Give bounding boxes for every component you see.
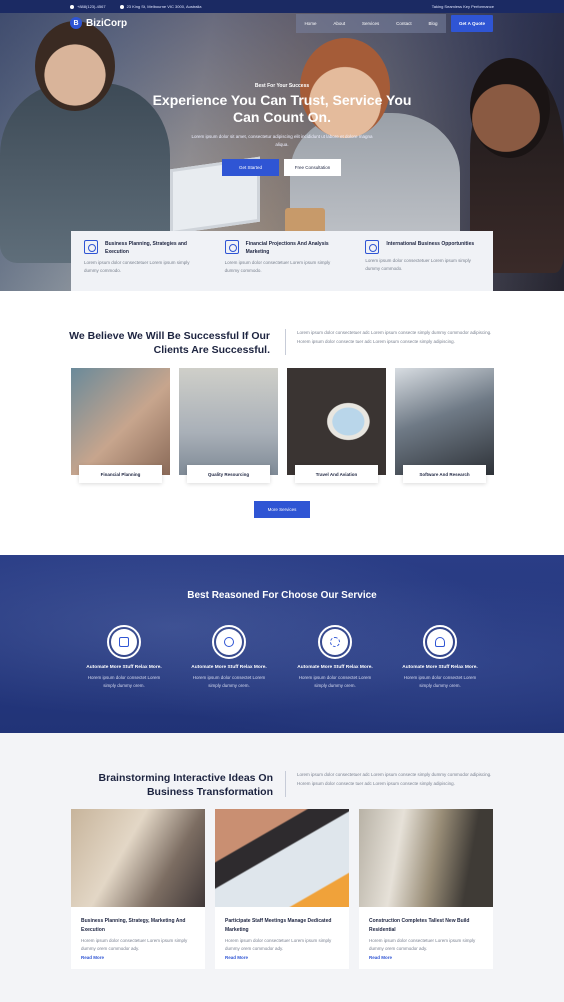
- about-text: Lorem ipsum dolor consectetuer adc Lorem…: [297, 330, 492, 344]
- service-card[interactable]: Financial Planning: [71, 368, 170, 483]
- blog-card-text: Horem ipsum dolor consectetuer Lorem ips…: [369, 938, 476, 951]
- choose-item-title: Automate More Stuff Relax More.: [297, 665, 373, 670]
- address-contact: 23 King St, Melbourne VIC 3000, Australi…: [119, 4, 202, 9]
- nav-item-home[interactable]: Home: [304, 21, 316, 26]
- blog-card-title[interactable]: Business Planning, Strategy, Marketing A…: [81, 917, 199, 935]
- service-card-label: Software And Research: [403, 465, 486, 483]
- blog-card[interactable]: Construction Completes Tallest New Build…: [359, 809, 493, 969]
- feature-title: Financial Projections And Analysis Marke…: [245, 241, 329, 255]
- site-logo[interactable]: B BiziCorp: [70, 17, 127, 29]
- blog-card[interactable]: Business Planning, Strategy, Marketing A…: [71, 809, 205, 969]
- hero-photo-head-left: [35, 21, 115, 111]
- choose-item-title: Automate More Stuff Relax More.: [191, 665, 267, 670]
- feature-item: Business Planning, Strategies and Execut…: [71, 231, 212, 291]
- about-title: We Believe We Will Be Successful If Our …: [69, 330, 270, 356]
- blog-card-image-meeting: [71, 809, 205, 907]
- address-text: 23 King St, Melbourne VIC 3000, Australi…: [126, 4, 202, 9]
- choose-item-text: Horem ipsum dolor consectet Lorem simply…: [192, 675, 266, 688]
- choose-item: Automate More Stuff Relax More. Horem ip…: [285, 625, 385, 690]
- read-more-link[interactable]: Read More: [225, 955, 248, 960]
- document-icon: [107, 625, 141, 659]
- feature-text: Lorem ipsum dolor consectetuer Lorem ips…: [224, 260, 331, 273]
- service-card[interactable]: Travel And Aviation: [287, 368, 386, 483]
- feature-item: International Business Opportunities Lor…: [352, 231, 493, 291]
- phone-contact[interactable]: +888(123)-4567: [70, 4, 106, 9]
- user-icon: [212, 625, 246, 659]
- main-nav: Home About Services Contact Blog: [296, 14, 446, 33]
- nav-item-contact[interactable]: Contact: [396, 21, 412, 26]
- blog-card-text: Horem ipsum dolor consectetuer Lorem ips…: [81, 938, 188, 951]
- nav-item-about[interactable]: About: [333, 21, 345, 26]
- blog-card-title[interactable]: Construction Completes Tallest New Build…: [369, 917, 487, 935]
- service-card-image-phone: [71, 368, 170, 475]
- choose-item-text: Horem ipsum dolor consectet Lorem simply…: [403, 675, 477, 688]
- nav-item-services[interactable]: Services: [362, 21, 379, 26]
- phone-icon: [70, 4, 74, 9]
- about-divider: [285, 329, 286, 355]
- choose-item: Automate More Stuff Relax More. Horem ip…: [74, 625, 174, 690]
- service-card-image-woman: [179, 368, 278, 475]
- logo-mark: B: [70, 17, 82, 29]
- person-icon: [423, 625, 457, 659]
- service-card-image-airplane-window: [287, 368, 386, 475]
- feature-text: Lorem ipsum dolor consectetuer Lorem ips…: [365, 258, 471, 271]
- globe-icon: [365, 240, 380, 254]
- blog-card-image-calculator: [215, 809, 349, 907]
- blog-card[interactable]: Participate Staff Meetings Manage Dedica…: [215, 809, 349, 969]
- service-cards: Financial Planning Quality Resourcing Tr…: [71, 368, 494, 483]
- nav-item-blog[interactable]: Blog: [429, 21, 438, 26]
- service-card-label: Financial Planning: [79, 465, 162, 483]
- hero-eyebrow: Best For Your Success: [254, 83, 310, 89]
- feature-title: International Business Opportunities: [386, 241, 475, 247]
- free-consultation-button[interactable]: Free Consultation: [284, 159, 341, 176]
- read-more-link[interactable]: Read More: [81, 955, 104, 960]
- more-services-button[interactable]: More Services: [254, 501, 310, 518]
- ideas-text: Lorem ipsum dolor consectetuer adc Lorem…: [297, 772, 492, 786]
- choose-item-title: Automate More Stuff Relax More.: [402, 665, 478, 670]
- choose-item-text: Horem ipsum dolor consectet Lorem simply…: [298, 675, 372, 688]
- choose-item-text: Horem ipsum dolor consectet Lorem simply…: [87, 675, 161, 688]
- service-card-label: Travel And Aviation: [295, 465, 378, 483]
- ideas-title: Brainstorming Interactive Ideas On Busin…: [98, 772, 273, 798]
- blog-card-title[interactable]: Participate Staff Meetings Manage Dedica…: [225, 917, 343, 935]
- feature-title: Business Planning, Strategies and Execut…: [105, 241, 187, 255]
- feature-text: Lorem ipsum dolor consectetuer Lorem ips…: [84, 260, 190, 273]
- blog-card-image-construction: [359, 809, 493, 907]
- page: { "topbar": { "phone": "+888(123)-4567",…: [0, 0, 564, 1002]
- get-started-button[interactable]: Get Started: [222, 159, 279, 176]
- phone-text: +888(123)-4567: [77, 4, 106, 9]
- get-quote-button[interactable]: Get A Quote: [451, 15, 493, 32]
- top-bar: +888(123)-4567 23 King St, Melbourne VIC…: [0, 0, 564, 13]
- hero-subtitle: Lorem ipsum dolor sit amet, consectetur …: [191, 134, 373, 147]
- service-card[interactable]: Quality Resourcing: [179, 368, 278, 483]
- gear-icon: [318, 625, 352, 659]
- service-card-label: Quality Resourcing: [187, 465, 270, 483]
- hero-photo-head-right: [470, 58, 550, 158]
- topbar-tagline: Taking Seamless Key Performance: [431, 4, 494, 9]
- feature-item: Financial Projections And Analysis Marke…: [212, 231, 353, 291]
- choose-section: Best Reasoned For Choose Our Service Aut…: [0, 555, 564, 733]
- logo-text: BiziCorp: [86, 17, 128, 29]
- analytics-icon: [224, 240, 239, 254]
- planning-icon: [84, 240, 98, 254]
- choose-title: Best Reasoned For Choose Our Service: [187, 590, 377, 601]
- ideas-divider: [285, 771, 286, 797]
- blog-card-text: Horem ipsum dolor consectetuer Lorem ips…: [225, 938, 332, 951]
- choose-item: Automate More Stuff Relax More. Horem ip…: [179, 625, 279, 690]
- hero-title: Experience You Can Trust, Service You Ca…: [152, 92, 412, 125]
- location-icon: [119, 4, 124, 9]
- feature-bar: Business Planning, Strategies and Execut…: [71, 231, 493, 291]
- choose-item-title: Automate More Stuff Relax More.: [86, 665, 162, 670]
- service-card-image-laptop: [395, 368, 494, 475]
- service-card[interactable]: Software And Research: [395, 368, 494, 483]
- read-more-link[interactable]: Read More: [369, 955, 392, 960]
- choose-item: Automate More Stuff Relax More. Horem ip…: [390, 625, 490, 690]
